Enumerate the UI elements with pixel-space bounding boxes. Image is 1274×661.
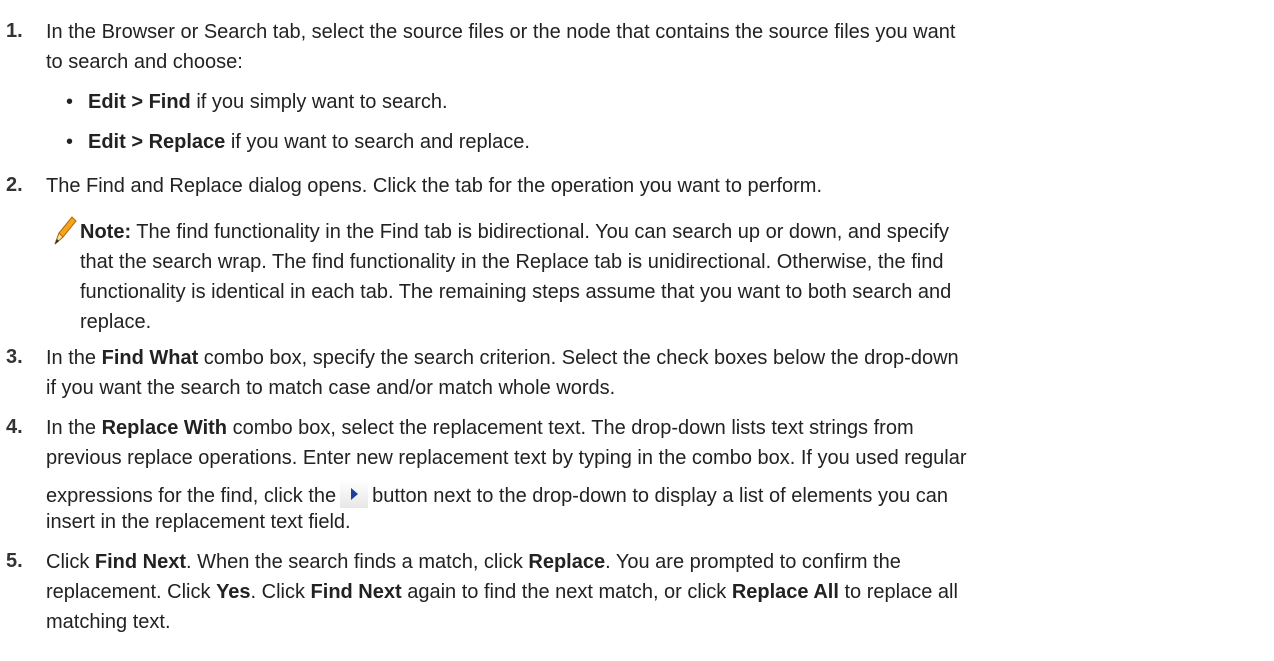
note-text: functionality is identical in each tab. … xyxy=(80,281,952,303)
field-name: Find What xyxy=(101,347,199,369)
button-name: Yes xyxy=(216,581,251,603)
step-number: 3. xyxy=(6,346,23,368)
step-text: expressions for the find, click the butto… xyxy=(46,480,948,508)
menu-path: Edit > Replace xyxy=(88,131,226,153)
field-name: Replace With xyxy=(101,417,228,439)
button-name: Replace All xyxy=(731,581,839,603)
step-text: to search and choose: xyxy=(46,51,243,73)
button-name: Find Next xyxy=(94,551,187,573)
step-text: replacement. Click Yes. Click Find Next … xyxy=(46,581,958,603)
step-number: 1. xyxy=(6,20,23,42)
document: 1. In the Browser or Search tab, select … xyxy=(0,0,1274,661)
play-arrow-icon xyxy=(340,480,369,508)
step-number: 5. xyxy=(6,550,23,572)
bullet-item: Edit > Find if you simply want to search… xyxy=(88,91,448,113)
step-text: if you want the search to match case and… xyxy=(46,377,616,399)
step-text: Click Find Next. When the search finds a… xyxy=(46,551,901,573)
pencil-icon xyxy=(54,216,77,245)
step-text: In the Replace With combo box, select th… xyxy=(46,417,914,439)
step-text: matching text. xyxy=(46,611,171,633)
bullet-dot: • xyxy=(66,91,74,113)
note-text: Note: The find functionality in the Find… xyxy=(80,221,950,243)
note-label: Note: xyxy=(80,221,132,243)
menu-path: Edit > Find xyxy=(88,91,191,113)
note-text: replace. xyxy=(80,311,152,333)
step-text: The Find and Replace dialog opens. Click… xyxy=(46,175,823,197)
step-text: insert in the replacement text field. xyxy=(46,511,351,533)
bullet-dot: • xyxy=(66,131,74,153)
button-name: Replace xyxy=(528,551,606,573)
note-text: that the search wrap. The find functiona… xyxy=(80,251,944,273)
step-text: In the Find What combo box, specify the … xyxy=(46,347,959,369)
bullet-item: Edit > Replace if you want to search and… xyxy=(88,131,530,153)
step-text: In the Browser or Search tab, select the… xyxy=(46,21,956,43)
button-name: Find Next xyxy=(310,581,402,603)
step-text: previous replace operations. Enter new r… xyxy=(46,447,967,469)
step-number: 2. xyxy=(6,174,23,196)
step-number: 4. xyxy=(6,416,23,438)
